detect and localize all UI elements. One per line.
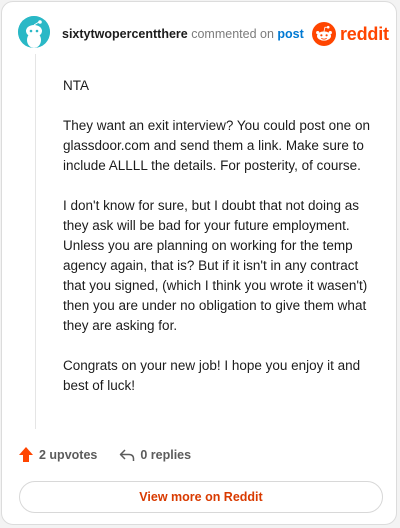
reply-button[interactable]: 0 replies — [119, 447, 191, 463]
commented-on-text: commented on — [191, 27, 274, 41]
comment-paragraph: NTA — [63, 78, 89, 93]
comment-header: sixtytwopercentthere commented on post — [62, 26, 304, 42]
user-avatar[interactable] — [18, 16, 50, 48]
post-link[interactable]: post — [277, 27, 303, 41]
thread-line — [35, 54, 36, 429]
reddit-logo[interactable]: reddit — [312, 22, 389, 46]
reply-count: 0 replies — [140, 447, 192, 462]
upvote-arrow-icon — [19, 447, 33, 462]
username[interactable]: sixtytwopercentthere — [62, 27, 188, 41]
comment-paragraph: Congrats on your new job! I hope you enj… — [63, 358, 361, 393]
snoo-avatar-icon — [18, 16, 50, 48]
upvote-button[interactable]: 2 upvotes — [18, 446, 97, 463]
comment-paragraph: They want an exit interview? You could p… — [63, 118, 370, 173]
reddit-snoo-icon — [312, 22, 336, 46]
reply-arrow-icon — [120, 448, 135, 461]
comment-body: NTA They want an exit interview? You cou… — [63, 76, 381, 416]
reddit-wordmark: reddit — [340, 23, 389, 44]
upvote-count: 2 upvotes — [39, 447, 98, 462]
view-more-button[interactable]: View more on Reddit — [19, 481, 383, 513]
comment-paragraph: I don't know for sure, but I doubt that … — [63, 198, 368, 333]
comment-card: sixtytwopercentthere commented on post r… — [1, 1, 397, 525]
comment-actions: 2 upvotes 0 replies — [18, 446, 191, 463]
